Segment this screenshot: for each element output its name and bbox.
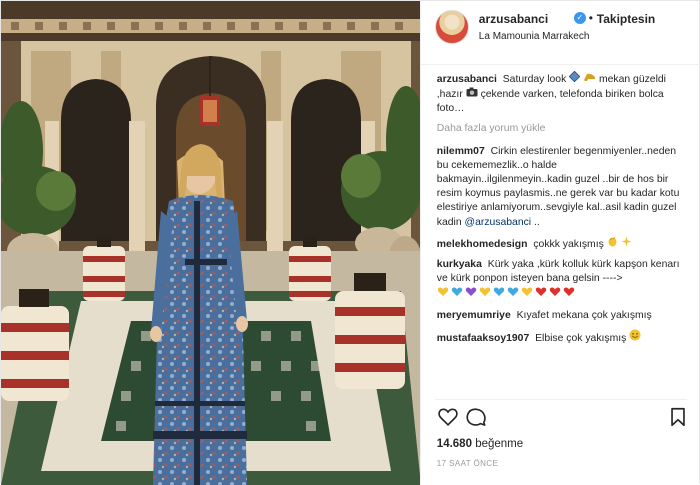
actions-divider: [434, 399, 687, 400]
heart-icon[interactable]: [437, 406, 459, 428]
caption-text-1: Saturday look: [502, 74, 567, 85]
post-photo[interactable]: [1, 1, 420, 485]
comment-username[interactable]: kurkyaka: [437, 259, 482, 270]
avatar[interactable]: [434, 10, 469, 44]
header-separator: •: [588, 11, 593, 25]
follow-status-button[interactable]: Takiptesin: [597, 12, 655, 26]
post-timestamp[interactable]: 17 SAAT ÖNCE: [437, 459, 498, 468]
comment-mention-link[interactable]: @arzusabanci: [465, 217, 532, 228]
comment-username[interactable]: nilemm07: [437, 146, 485, 157]
likes-label: beğenme: [475, 438, 524, 450]
instagram-post: arzusabanci ✓ • Takiptesin La Mamounia M…: [0, 0, 700, 485]
load-more-comments-link[interactable]: Daha fazla yorum yükle: [437, 123, 687, 134]
high-heel-emoji-icon: [583, 71, 596, 87]
comment-item: melekhomedesign çokkk yakışmış: [437, 236, 687, 252]
comment-username[interactable]: mustafaaksoy1907: [437, 333, 529, 344]
diamond-emoji-icon: [568, 70, 581, 87]
header-username[interactable]: arzusabanci: [479, 12, 548, 26]
post-actions-bar: [437, 406, 689, 430]
comments-list[interactable]: arzusabanci Saturday look mekan güzeldi …: [421, 67, 700, 397]
bookmark-icon[interactable]: [667, 406, 689, 428]
camera-emoji-icon: [466, 87, 478, 102]
caption: arzusabanci Saturday look mekan güzeldi …: [437, 70, 687, 117]
post-header: arzusabanci ✓ • Takiptesin La Mamounia M…: [420, 1, 700, 65]
comment-text-tail: ..: [534, 216, 540, 228]
comment-username[interactable]: meryemumriye: [437, 310, 511, 321]
comment-text: Elbise çok yakışmış: [535, 332, 627, 344]
comment-text: Kıyafet mekana çok yakışmış: [516, 309, 652, 321]
photo-illustration: [1, 1, 420, 485]
clap-emoji-icon: [607, 236, 618, 252]
comment-bubble-icon[interactable]: [465, 406, 487, 428]
comment-item: kurkyaka Kürk yaka ,kürk kolluk kürk kap…: [437, 258, 687, 303]
hearts-emoji-icon: [437, 286, 575, 302]
sparkle-emoji-icon: [621, 236, 632, 252]
likes-number: 14.680: [436, 438, 472, 450]
comment-text: çokkk yakışmış: [533, 238, 604, 250]
verified-badge-icon: ✓: [573, 12, 586, 24]
location-link[interactable]: La Mamounia Marrakech: [479, 31, 590, 42]
post-side-panel: arzusabanci ✓ • Takiptesin La Mamounia M…: [419, 1, 700, 485]
comment-text: Cirkin elestirenler begenmiyenler..neden…: [436, 145, 680, 228]
comment-item: mustafaaksoy1907 Elbise çok yakışmış: [437, 329, 687, 346]
caption-username[interactable]: arzusabanci: [437, 74, 497, 85]
comment-item: nilemm07 Cirkin elestirenler begenmiyenl…: [437, 145, 687, 230]
smile-emoji-icon: [629, 329, 641, 346]
comment-item: meryemumriye Kıyafet mekana çok yakışmış: [437, 309, 687, 323]
likes-count[interactable]: 14.680 beğenme: [437, 438, 523, 450]
comment-username[interactable]: melekhomedesign: [437, 239, 528, 250]
